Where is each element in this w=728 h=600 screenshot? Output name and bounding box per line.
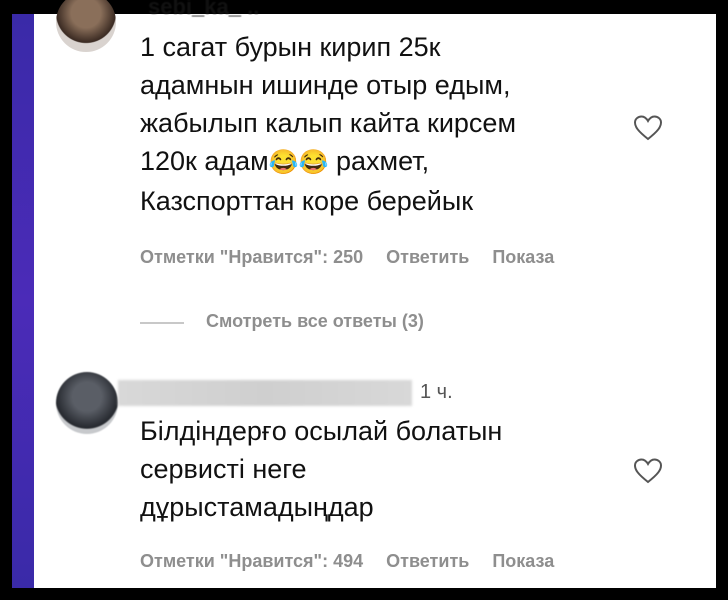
redacted-username [118, 380, 412, 406]
comment-fragment: рахмет, [336, 146, 430, 176]
comment-line: дұрыстамадыңдар [140, 492, 374, 522]
comment-fragment: 120к адам [140, 146, 269, 176]
comment-text: Білдіндерғо осылай болатын сервисті неге… [140, 412, 620, 526]
comment-line: адамнын ишинде отыр едым, [140, 70, 511, 100]
comment-username[interactable]: sebi_ka_ .. [148, 0, 259, 20]
view-replies-button[interactable]: Смотреть все ответы (3) [206, 311, 424, 332]
heart-icon[interactable] [632, 112, 664, 144]
comment-line: Білдіндерғо осылай болатын [140, 416, 503, 446]
avatar[interactable] [56, 372, 118, 434]
comment-line: сервисті неге [140, 454, 307, 484]
show-translation-button[interactable]: Показа [492, 247, 554, 267]
likes-count[interactable]: Отметки "Нравится": 250 [140, 247, 363, 267]
comment-line: 120к адам😂😂 рахмет, [140, 142, 620, 182]
comment-actions: Отметки "Нравится": 494 Ответить Показа [140, 551, 572, 572]
comment-line: жабылып калып кайта кирсем [140, 108, 517, 138]
comment-time: 1 ч. [420, 381, 453, 403]
laughing-emoji: 😂😂 [268, 149, 329, 176]
likes-count[interactable]: Отметки "Нравится": 494 [140, 551, 363, 571]
heart-icon[interactable] [632, 455, 664, 487]
comment-line: 1 сагат бурын кирип 25к [140, 32, 441, 62]
side-accent-bar [12, 14, 34, 588]
show-translation-button[interactable]: Показа [492, 551, 554, 571]
comment-text: 1 сагат бурын кирип 25к адамнын ишинде о… [140, 28, 620, 220]
reply-button[interactable]: Ответить [386, 551, 469, 571]
comment-actions: Отметки "Нравится": 250 Ответить Показа [140, 247, 572, 268]
comment-line: Казспорттан коре берейык [140, 186, 474, 216]
replies-divider [140, 322, 184, 324]
reply-button[interactable]: Ответить [386, 247, 469, 267]
